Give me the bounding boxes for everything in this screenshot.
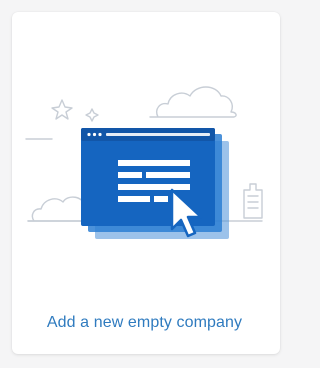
company-window-with-cursor-icon [25, 86, 263, 239]
app-window-icon [81, 128, 229, 239]
sparkle-small-icon [85, 108, 99, 122]
cloud-icon [149, 86, 237, 118]
building-icon [243, 183, 263, 219]
card-label[interactable]: Add a new empty company [0, 314, 289, 332]
sparkle-icon [51, 99, 73, 120]
